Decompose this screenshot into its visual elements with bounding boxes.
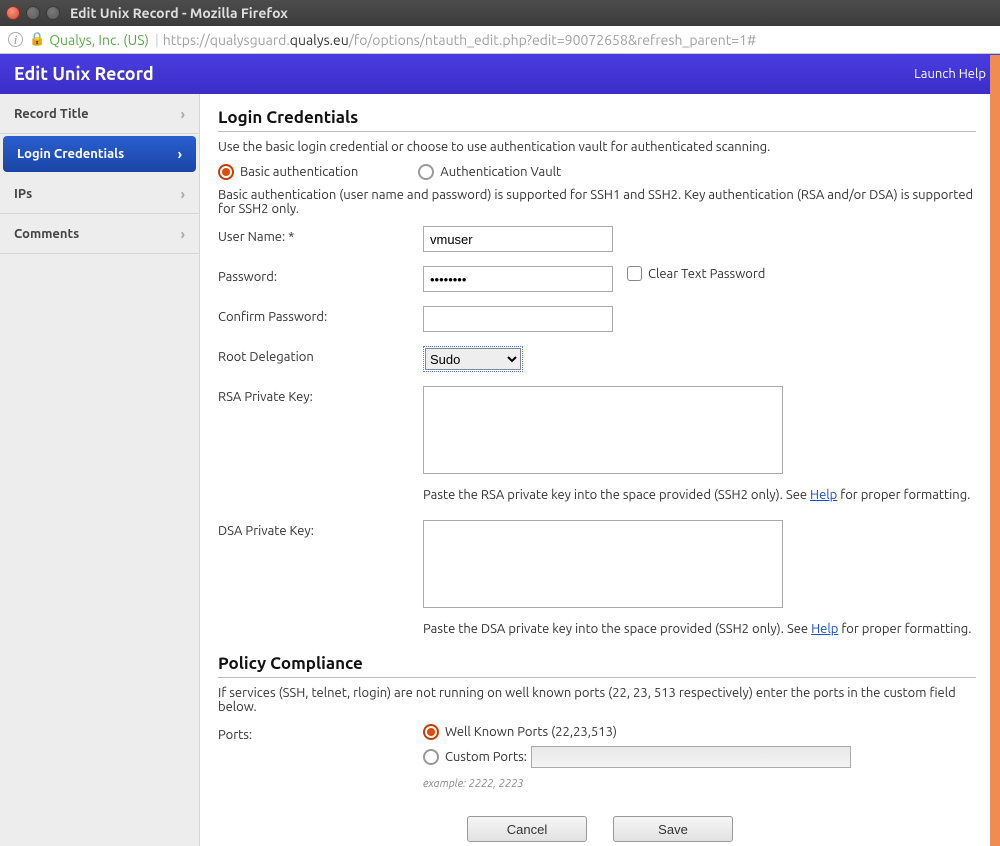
section-title-policy: Policy Compliance xyxy=(218,654,976,678)
confirm-password-input[interactable] xyxy=(423,306,613,332)
sidebar-item-record-title[interactable]: Record Title › xyxy=(0,94,199,134)
radio-custom-ports[interactable]: Custom Ports: xyxy=(423,749,527,765)
window-minimize-icon[interactable] xyxy=(26,6,40,20)
radio-icon xyxy=(218,164,234,180)
save-button[interactable]: Save xyxy=(613,816,733,842)
cleartext-checkbox[interactable] xyxy=(627,266,642,281)
sidebar-item-ips[interactable]: IPs › xyxy=(0,174,199,214)
chevron-right-icon: › xyxy=(181,186,185,202)
url-domain: qualys.eu xyxy=(290,32,349,48)
sidebar-item-comments[interactable]: Comments › xyxy=(0,214,199,254)
label-ports: Ports: xyxy=(218,724,423,742)
rsa-help-text: Paste the RSA private key into the space… xyxy=(423,488,976,502)
cleartext-label: Clear Text Password xyxy=(648,267,765,281)
sidebar-item-label: Login Credentials xyxy=(17,147,124,161)
url-organization: Qualys, Inc. (US) xyxy=(49,32,149,48)
radio-icon xyxy=(418,164,434,180)
chevron-right-icon: › xyxy=(181,106,185,122)
radio-label-text: Basic authentication xyxy=(240,165,358,179)
basic-auth-note: Basic authentication (user name and pass… xyxy=(218,188,976,216)
sidebar-item-label: Comments xyxy=(14,227,79,241)
label-root-delegation: Root Delegation xyxy=(218,346,423,364)
page-title: Edit Unix Record xyxy=(14,64,154,84)
dsa-key-textarea[interactable] xyxy=(423,520,783,608)
rsa-help-link[interactable]: Help xyxy=(810,488,837,502)
window-maximize-icon[interactable] xyxy=(46,6,60,20)
sidebar: Record Title › Login Credentials › IPs ›… xyxy=(0,94,200,846)
radio-basic-auth[interactable]: Basic authentication xyxy=(218,164,358,180)
url-subdomain: qualysguard. xyxy=(210,32,290,48)
label-username: User Name: * xyxy=(218,226,423,244)
login-intro-text: Use the basic login credential or choose… xyxy=(218,140,976,154)
window-close-icon[interactable] xyxy=(6,6,20,20)
ports-example-text: example: 2222, 2223 xyxy=(423,778,976,790)
custom-ports-input[interactable] xyxy=(531,746,851,768)
username-input[interactable] xyxy=(423,226,613,252)
lock-icon: 🔒 xyxy=(29,32,45,47)
page-header: Edit Unix Record Launch Help xyxy=(0,54,1000,94)
main-content: Login Credentials Use the basic login cr… xyxy=(200,94,1000,846)
radio-icon xyxy=(423,749,439,765)
policy-intro-text: If services (SSH, telnet, rlogin) are no… xyxy=(218,686,976,714)
url-path: /fo/options/ntauth_edit.php?edit=9007265… xyxy=(349,32,756,48)
radio-label-text: Authentication Vault xyxy=(440,165,561,179)
sidebar-item-login-credentials[interactable]: Login Credentials › xyxy=(3,136,196,172)
label-dsa-key: DSA Private Key: xyxy=(218,520,423,538)
url-bar[interactable]: i 🔒 Qualys, Inc. (US) | https://qualysgu… xyxy=(0,26,1000,54)
label-rsa-key: RSA Private Key: xyxy=(218,386,423,404)
radio-label-text: Custom Ports: xyxy=(445,750,527,764)
label-confirm-password: Confirm Password: xyxy=(218,306,423,324)
sidebar-item-label: Record Title xyxy=(14,107,89,121)
dsa-help-text: Paste the DSA private key into the space… xyxy=(423,622,976,636)
rsa-key-textarea[interactable] xyxy=(423,386,783,474)
window-titlebar: Edit Unix Record - Mozilla Firefox xyxy=(0,0,1000,26)
label-password: Password: xyxy=(218,266,423,284)
chevron-right-icon: › xyxy=(181,226,185,242)
radio-label-text: Well Known Ports (22,23,513) xyxy=(445,725,617,739)
site-info-icon[interactable]: i xyxy=(8,32,23,47)
radio-auth-vault[interactable]: Authentication Vault xyxy=(418,164,561,180)
window-title: Edit Unix Record - Mozilla Firefox xyxy=(70,5,288,21)
launch-help-link[interactable]: Launch Help xyxy=(914,67,986,81)
url-protocol: https:// xyxy=(163,32,210,48)
cancel-button[interactable]: Cancel xyxy=(467,816,587,842)
radio-icon xyxy=(423,724,439,740)
dsa-help-link[interactable]: Help xyxy=(811,622,838,636)
chevron-right-icon: › xyxy=(178,146,182,162)
radio-well-known-ports[interactable]: Well Known Ports (22,23,513) xyxy=(423,724,617,740)
password-input[interactable] xyxy=(423,266,613,292)
sidebar-item-label: IPs xyxy=(14,187,32,201)
root-delegation-select[interactable]: Sudo xyxy=(425,348,521,370)
right-scrollbar-edge xyxy=(990,55,1000,846)
section-title-login: Login Credentials xyxy=(218,108,976,132)
